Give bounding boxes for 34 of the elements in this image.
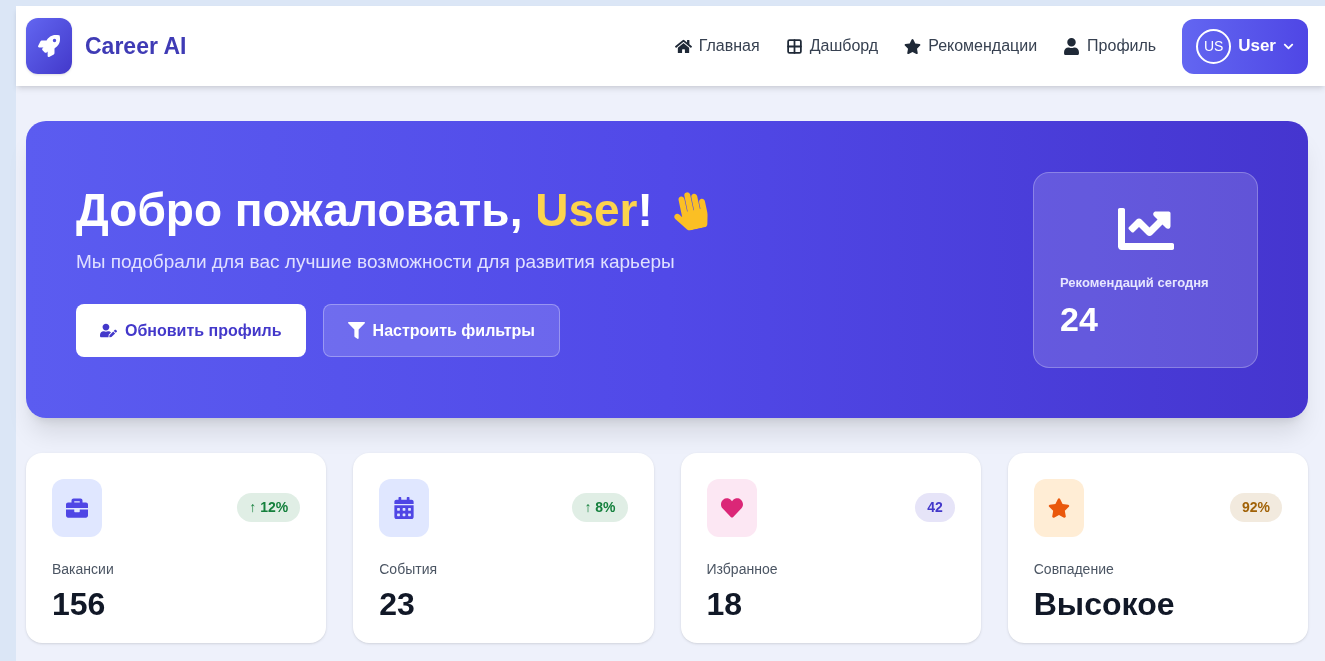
user-edit-icon xyxy=(100,322,117,339)
stat-label: Вакансии xyxy=(52,560,115,579)
welcome-subtitle: Мы подобрали для вас лучшие возможности для развития карьеры xyxy=(76,249,676,274)
stat-value: Высокое xyxy=(1033,585,1176,624)
stat-badge: 42 xyxy=(915,493,955,522)
stat-value: 156 xyxy=(52,585,107,624)
avatar-initials: US xyxy=(1196,28,1232,64)
recommendations-count: 24 xyxy=(1060,299,1099,340)
logo-icon[interactable] xyxy=(26,18,72,74)
user-icon xyxy=(1063,37,1081,55)
stat-badge: ↑ 12% xyxy=(237,493,301,522)
stat-value: 23 xyxy=(379,585,416,624)
filter-icon xyxy=(347,322,365,339)
stat-label: События xyxy=(379,560,439,579)
stat-badge: ↑ 8% xyxy=(572,493,628,522)
user-menu-button[interactable]: US User xyxy=(1182,18,1308,74)
calendar-icon xyxy=(379,479,430,537)
brand-name: Career AI xyxy=(85,31,187,61)
update-profile-button[interactable]: Обновить профиль xyxy=(76,304,306,357)
stat-label: Избранное xyxy=(706,560,779,579)
nav-link[interactable]: Профиль xyxy=(1063,34,1157,58)
home-icon xyxy=(674,37,692,55)
stat-badge: 92% xyxy=(1229,493,1282,522)
grid-icon xyxy=(785,37,803,55)
nav-link[interactable]: Главная xyxy=(674,34,760,58)
nav-link[interactable]: Дашборд xyxy=(785,34,879,58)
star-icon xyxy=(904,37,922,55)
stat-label: Совпадение xyxy=(1033,560,1115,579)
stat-value: 18 xyxy=(706,585,744,624)
filters-button[interactable]: Настроить фильтры xyxy=(322,304,560,357)
briefcase-icon xyxy=(52,479,102,537)
welcome-title: Добро пожаловать, User! xyxy=(76,183,653,238)
recommendations-label: Рекомендаций сегодня xyxy=(1060,273,1210,292)
nav-link[interactable]: Рекомендации xyxy=(904,34,1038,58)
